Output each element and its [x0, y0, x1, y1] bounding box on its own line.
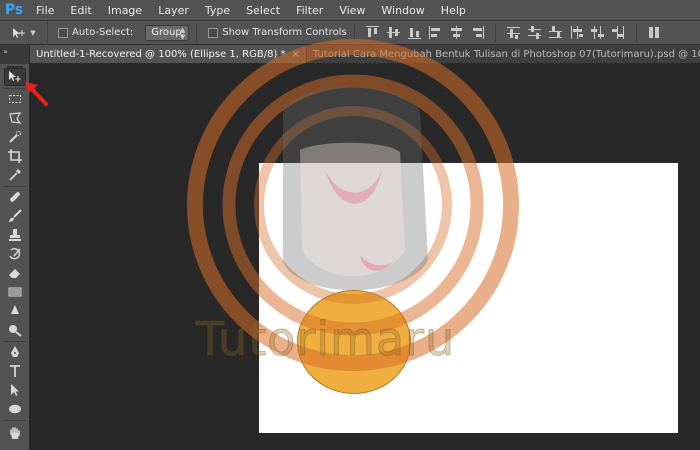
menu-layer[interactable]: Layer	[150, 0, 197, 21]
divider	[353, 23, 355, 42]
divider	[196, 23, 198, 42]
distribute-vertical-centers-icon[interactable]	[527, 26, 541, 39]
align-bottom-edges-icon[interactable]	[407, 26, 421, 39]
eyedropper-tool-icon	[9, 169, 21, 181]
healing-brush-tool-icon	[10, 192, 20, 202]
align-left-edges-icon[interactable]	[428, 26, 442, 39]
divider	[4, 420, 26, 421]
eraser-tool-icon	[9, 269, 20, 278]
distribute-horizontal-centers-icon[interactable]	[590, 26, 604, 39]
tab-untitled-1-recovered[interactable]: Untitled-1-Recovered @ 100% (Ellipse 1, …	[30, 45, 307, 63]
photoshop-logo: Ps	[4, 2, 24, 18]
distribute-bottom-edges-icon[interactable]	[548, 26, 562, 39]
quick-select-tool-icon	[9, 130, 22, 143]
auto-select-label: Auto-Select:	[72, 27, 134, 38]
align-top-edges-icon[interactable]	[365, 26, 379, 39]
eraser-tool[interactable]	[4, 264, 26, 282]
crop-tool[interactable]	[4, 147, 26, 165]
tab-label: Tutorial Cara Mengubah Bentuk Tulisan di…	[312, 48, 700, 60]
divider	[635, 23, 637, 42]
chevron-down-icon: ▼	[30, 28, 36, 37]
document-tab-bar: Untitled-1-Recovered @ 100% (Ellipse 1, …	[30, 45, 700, 64]
clone-stamp-tool-icon	[9, 229, 21, 241]
clone-stamp-tool[interactable]	[4, 226, 26, 244]
move-tool-icon	[9, 71, 21, 82]
dodge-tool-icon	[9, 325, 22, 337]
tab-label: Untitled-1-Recovered @ 100% (Ellipse 1, …	[36, 48, 286, 60]
quick-select-tool[interactable]	[4, 128, 26, 146]
watermark-text: Tutorimaru	[195, 312, 456, 367]
ellipse-tool[interactable]	[4, 400, 26, 418]
pen-tool-icon	[11, 346, 19, 357]
dodge-tool[interactable]	[4, 321, 26, 339]
distribute-left-edges-icon[interactable]	[570, 26, 583, 39]
gradient-tool[interactable]	[4, 283, 26, 301]
menu-help[interactable]: Help	[433, 0, 474, 21]
path-select-tool[interactable]	[4, 381, 26, 399]
move-tool-icon	[13, 27, 26, 38]
tab-tutorial-psd[interactable]: Tutorial Cara Mengubah Bentuk Tulisan di…	[306, 45, 700, 63]
options-bar: ▼ Auto-Select: Group ▲ ▼ Show Transform C…	[0, 20, 700, 45]
auto-align-layers-icon[interactable]	[648, 26, 661, 39]
gradient-tool-icon	[8, 287, 22, 297]
divider	[4, 341, 26, 342]
menu-edit[interactable]: Edit	[62, 0, 99, 21]
menu-file[interactable]: File	[28, 0, 62, 21]
align-right-edges-icon[interactable]	[471, 26, 484, 39]
ellipse-tool-icon	[9, 404, 21, 414]
blur-tool-icon	[11, 305, 19, 314]
divider	[4, 186, 26, 187]
close-icon[interactable]: ×	[292, 49, 300, 60]
menu-filter[interactable]: Filter	[288, 0, 331, 21]
menu-type[interactable]: Type	[197, 0, 238, 21]
auto-select-target-dropdown[interactable]: Group ▲ ▼	[145, 24, 190, 41]
annotation-arrow-icon	[25, 82, 48, 106]
align-vertical-centers-icon[interactable]	[386, 26, 400, 39]
tools-panel	[0, 64, 30, 450]
eyedropper-tool[interactable]	[4, 166, 26, 184]
menu-bar: Ps File Edit Image Layer Type Select Fil…	[0, 0, 700, 21]
menu-view[interactable]: View	[331, 0, 373, 21]
show-transform-controls-checkbox[interactable]	[208, 27, 219, 38]
show-transform-controls-label: Show Transform Controls	[222, 27, 347, 38]
toolbar-collapse-toggle[interactable]: »	[0, 45, 30, 64]
auto-select-target-value: Group	[151, 27, 182, 38]
lasso-tool-icon	[9, 112, 22, 124]
menu-window[interactable]: Window	[373, 0, 432, 21]
brush-tool-icon	[9, 209, 22, 222]
align-horizontal-centers-icon[interactable]	[450, 26, 463, 39]
hand-tool-icon	[10, 427, 20, 439]
distribute-top-edges-icon[interactable]	[506, 26, 520, 39]
divider	[494, 23, 496, 42]
type-tool[interactable]	[4, 362, 26, 380]
photoshop-window: Ps File Edit Image Layer Type Select Fil…	[0, 0, 700, 450]
history-brush-tool-icon	[9, 247, 21, 260]
dropdown-arrows-icon: ▲ ▼	[179, 25, 186, 41]
healing-brush-tool[interactable]	[4, 188, 26, 206]
tool-preset-picker[interactable]: ▼	[0, 20, 48, 45]
crop-tool-icon	[8, 149, 22, 163]
menu-select[interactable]: Select	[238, 0, 288, 21]
pen-tool[interactable]	[4, 343, 26, 361]
auto-select-checkbox[interactable]	[58, 27, 68, 38]
hand-tool[interactable]	[4, 424, 26, 442]
lasso-tool[interactable]	[4, 109, 26, 127]
marquee-tool-icon	[9, 95, 21, 103]
type-tool-icon	[10, 365, 20, 377]
menu-image[interactable]: Image	[100, 0, 150, 21]
distribute-right-edges-icon[interactable]	[611, 26, 625, 39]
path-select-tool-icon	[11, 384, 19, 396]
blur-tool[interactable]	[4, 302, 26, 320]
history-brush-tool[interactable]	[4, 245, 26, 263]
brush-tool[interactable]	[4, 207, 26, 225]
